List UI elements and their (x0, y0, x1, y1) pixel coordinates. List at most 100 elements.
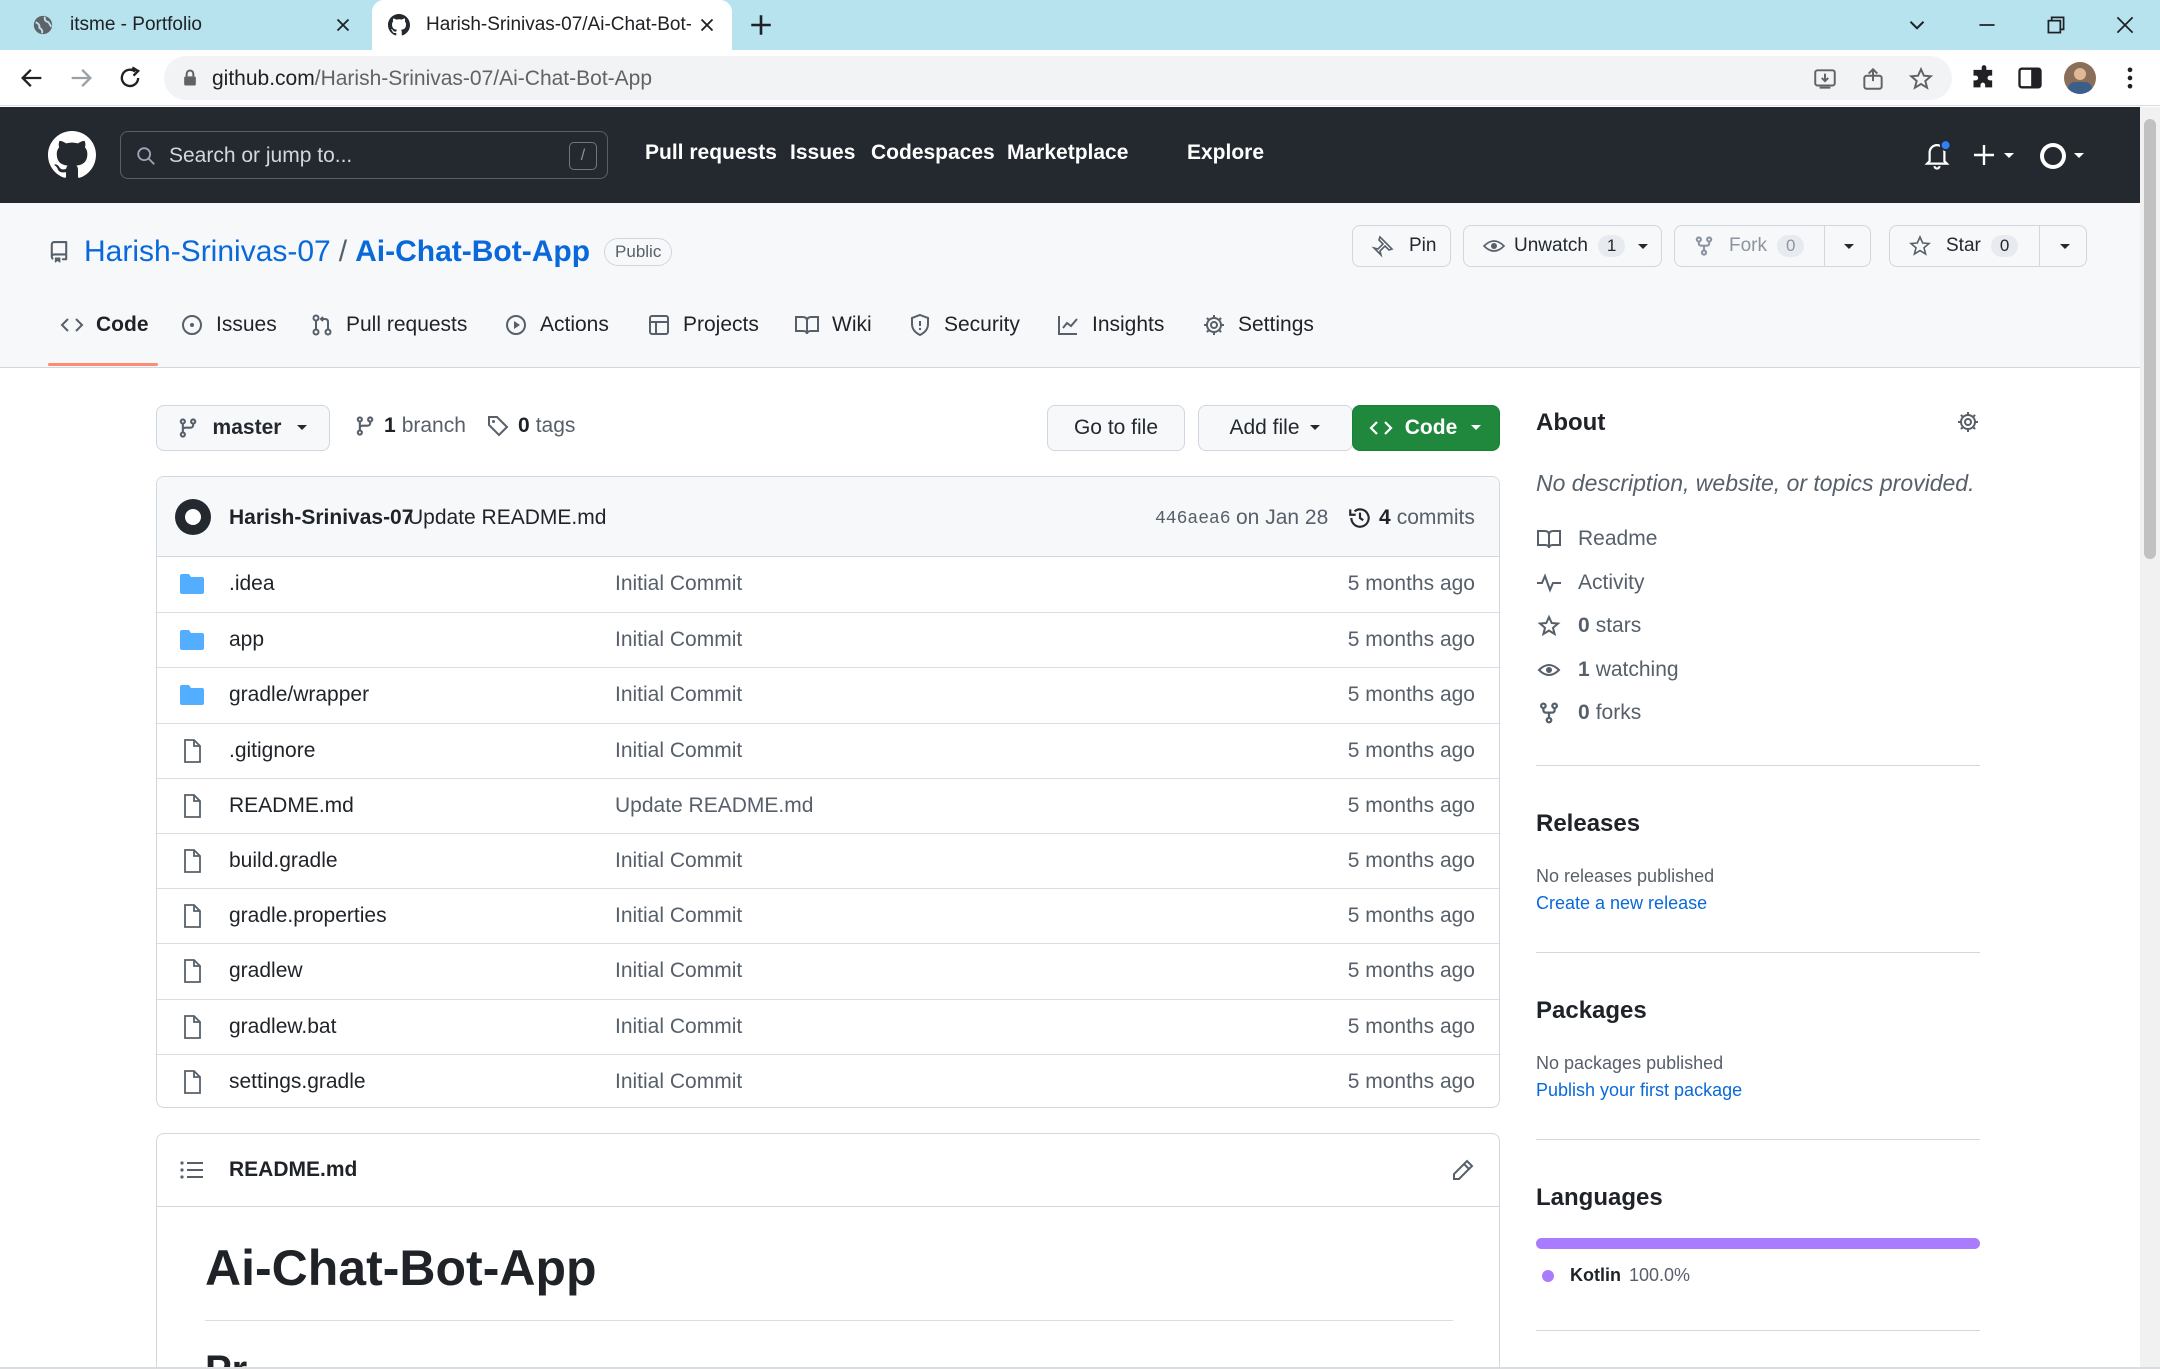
new-tab-icon[interactable] (748, 12, 774, 38)
chrome-menu-icon[interactable] (2116, 64, 2144, 92)
address-bar[interactable]: github.com/Harish-Srinivas-07/Ai-Chat-Bo… (164, 56, 1952, 100)
watching-link[interactable]: 1 watching (1536, 658, 1679, 682)
chevron-down-icon[interactable] (2058, 240, 2072, 254)
activity-link[interactable]: Activity (1536, 571, 1645, 595)
file-row[interactable]: gradlew.bat Initial Commit 5 months ago (157, 998, 1499, 1054)
branch-select-button[interactable]: master (156, 405, 330, 451)
tab-pull-requests[interactable]: Pull requests (310, 313, 467, 363)
file-row[interactable]: gradle/wrapper Initial Commit 5 months ago (157, 667, 1499, 722)
list-icon[interactable] (179, 1158, 205, 1182)
file-row[interactable]: gradle.properties Initial Commit 5 months … (157, 888, 1499, 943)
user-avatar[interactable] (2040, 143, 2066, 169)
browser-tab-portfolio[interactable]: itsme - Portfolio (28, 0, 368, 50)
profile-avatar[interactable] (2064, 62, 2096, 94)
file-row[interactable]: .gitignore Initial Commit 5 months ago (157, 722, 1499, 778)
commit-sha-link[interactable]: 446aea6 (1155, 509, 1231, 529)
pin-button[interactable]: Pin (1352, 225, 1451, 267)
extensions-icon[interactable] (1970, 64, 1998, 92)
file-name-link[interactable]: gradle.properties (229, 904, 387, 928)
commit-author-link[interactable]: Harish-Srinivas-07 (229, 506, 413, 530)
file-name-link[interactable]: gradlew.bat (229, 1015, 336, 1039)
create-release-link[interactable]: Create a new release (1536, 893, 1707, 914)
tab-projects[interactable]: Projects (647, 313, 759, 363)
share-icon[interactable] (1860, 66, 1886, 92)
file-name-link[interactable]: gradlew (229, 959, 303, 983)
minimize-icon[interactable] (1974, 12, 2000, 38)
repo-name-link[interactable]: Ai-Chat-Bot-App (355, 235, 590, 269)
code-download-button[interactable]: Code (1352, 405, 1500, 451)
close-tab-icon[interactable] (332, 14, 354, 36)
nav-marketplace[interactable]: Marketplace (1007, 141, 1128, 165)
file-commit-message-link[interactable]: Initial Commit (615, 739, 742, 763)
file-commit-message-link[interactable]: Initial Commit (615, 628, 742, 652)
tab-settings[interactable]: Settings (1202, 313, 1314, 363)
file-name-link[interactable]: README.md (229, 794, 354, 818)
file-row[interactable]: README.md Update README.md 5 months ago (157, 777, 1499, 833)
readme-filename[interactable]: README.md (229, 1158, 357, 1182)
go-to-file-button[interactable]: Go to file (1047, 405, 1185, 451)
commit-author-avatar[interactable] (175, 499, 211, 535)
create-new-plus-icon[interactable] (1972, 141, 2018, 169)
browser-tab-github[interactable]: Harish-Srinivas-07/Ai-Chat-Bot-A (372, 0, 732, 50)
file-name-link[interactable]: gradle/wrapper (229, 683, 369, 707)
file-row[interactable]: settings.gradle Initial Commit 5 months ag… (157, 1053, 1499, 1107)
lock-icon[interactable] (180, 68, 200, 88)
side-panel-icon[interactable] (2016, 64, 2044, 92)
unwatch-button[interactable]: Unwatch 1 (1463, 225, 1662, 267)
page-scrollbar[interactable] (2140, 107, 2160, 1369)
file-name-link[interactable]: build.gradle (229, 849, 338, 873)
nav-issues[interactable]: Issues (790, 141, 855, 165)
file-commit-message-link[interactable]: Initial Commit (615, 959, 742, 983)
file-row[interactable]: gradlew Initial Commit 5 months ago (157, 943, 1499, 998)
file-row[interactable]: .idea Initial Commit 5 months ago (157, 557, 1499, 612)
tab-search-icon[interactable] (1904, 12, 1930, 38)
chevron-down-icon[interactable] (1842, 240, 1856, 254)
packages-title[interactable]: Packages (1536, 997, 1647, 1025)
file-commit-message-link[interactable]: Initial Commit (615, 904, 742, 928)
releases-title[interactable]: Releases (1536, 810, 1640, 838)
bookmark-star-icon[interactable] (1908, 66, 1934, 92)
stars-link[interactable]: 0 stars (1536, 614, 1641, 638)
close-tab-icon[interactable] (696, 14, 718, 36)
file-commit-message-link[interactable]: Initial Commit (615, 572, 742, 596)
nav-codespaces[interactable]: Codespaces (871, 141, 995, 165)
branches-link[interactable]: 1 branch (354, 414, 466, 438)
tab-code[interactable]: Code (60, 313, 149, 363)
restore-icon[interactable] (2043, 12, 2069, 38)
nav-explore[interactable]: Explore (1187, 141, 1264, 165)
forward-icon[interactable] (67, 64, 95, 92)
file-commit-message-link[interactable]: Initial Commit (615, 683, 742, 707)
install-app-icon[interactable] (1812, 66, 1838, 92)
readme-link[interactable]: Readme (1536, 527, 1657, 551)
tab-issues[interactable]: Issues (180, 313, 277, 363)
file-row[interactable]: build.gradle Initial Commit 5 months ago (157, 833, 1499, 888)
file-name-link[interactable]: app (229, 628, 264, 652)
repo-owner-link[interactable]: Harish-Srinivas-07 (84, 235, 331, 269)
notifications-bell-icon[interactable] (1922, 139, 1952, 171)
file-name-link[interactable]: .gitignore (229, 739, 315, 763)
file-commit-message-link[interactable]: Update README.md (615, 794, 813, 818)
tab-actions[interactable]: Actions (504, 313, 609, 363)
file-row[interactable]: app Initial Commit 5 months ago (157, 612, 1499, 667)
scrollbar-thumb[interactable] (2144, 119, 2156, 559)
tab-wiki[interactable]: Wiki (794, 313, 872, 363)
commits-history-link[interactable]: 4 commits (1347, 505, 1475, 531)
tab-insights[interactable]: Insights (1056, 313, 1164, 363)
file-commit-message-link[interactable]: Initial Commit (615, 1070, 742, 1094)
pencil-icon[interactable] (1451, 1158, 1475, 1182)
back-icon[interactable] (18, 64, 46, 92)
file-commit-message-link[interactable]: Initial Commit (615, 1015, 742, 1039)
search-input[interactable]: Search or jump to... / (120, 131, 608, 179)
star-button[interactable]: Star 0 (1889, 225, 2087, 267)
nav-pull-requests[interactable]: Pull requests (645, 141, 777, 165)
publish-package-link[interactable]: Publish your first package (1536, 1080, 1742, 1101)
add-file-button[interactable]: Add file (1198, 405, 1353, 451)
language-item-kotlin[interactable]: Kotlin 100.0% (1542, 1265, 1690, 1286)
forks-link[interactable]: 0 forks (1536, 701, 1641, 725)
file-commit-message-link[interactable]: Initial Commit (615, 849, 742, 873)
github-logo-icon[interactable] (48, 131, 96, 179)
tags-link[interactable]: 0 tags (486, 414, 575, 438)
chevron-down-icon[interactable] (2072, 149, 2086, 163)
file-name-link[interactable]: settings.gradle (229, 1070, 366, 1094)
gear-icon[interactable] (1956, 410, 1980, 434)
